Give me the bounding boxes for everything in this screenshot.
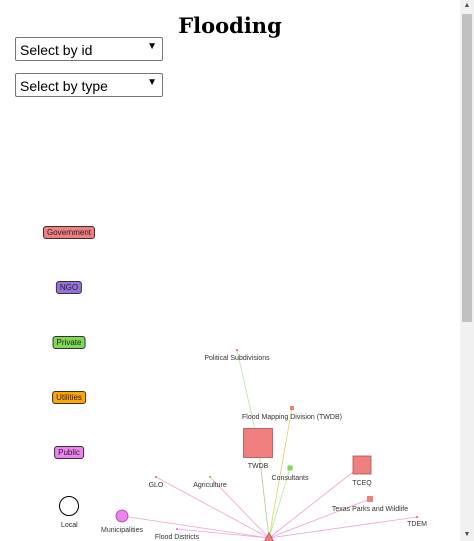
node-texas-parks-wildlife[interactable] [367, 496, 373, 502]
arrow-down-icon[interactable]: ▼ [460, 529, 474, 541]
node-label-political-subdivisions: Political Subdivisions [204, 355, 270, 362]
node-label-flood-mapping-division: Flood Mapping Division (TWDB) [242, 414, 342, 421]
node-political-subdivisions[interactable] [236, 349, 238, 351]
node-municipalities[interactable] [115, 509, 129, 523]
node-twdb[interactable] [243, 428, 273, 458]
scrollbar[interactable]: ▲ ▼ [460, 0, 474, 541]
node-label-texas-parks-wildlife: Texas Parks and Wildlife [332, 506, 408, 513]
node-consultants[interactable] [287, 465, 293, 471]
node-label-tdem: TDEM [407, 521, 427, 528]
node-tceq[interactable] [352, 455, 372, 475]
node-agriculture[interactable] [209, 476, 211, 478]
node-label-twdb: TWDB [248, 463, 269, 470]
node-label-agriculture: Agriculture [193, 482, 227, 489]
node-label-tceq: TCEQ [352, 480, 372, 487]
node-flood-mapping-division[interactable] [290, 406, 294, 410]
scrollbar-thumb[interactable] [462, 14, 472, 322]
network-graph[interactable]: Political Subdivisions Flood Mapping Divi… [0, 0, 460, 541]
node-flood-districts[interactable] [176, 528, 178, 530]
arrow-up-icon[interactable]: ▲ [460, 0, 474, 12]
edge-texas-parks-wildlife-hub [268, 498, 371, 539]
node-label-glo: GLO [149, 482, 164, 489]
node-label-municipalities: Municipalities [101, 527, 144, 534]
node-label-flood-districts: Flood Districts [155, 534, 200, 541]
node-glo[interactable] [155, 476, 157, 478]
node-tdem[interactable] [416, 516, 418, 518]
node-label-consultants: Consultants [272, 475, 309, 482]
